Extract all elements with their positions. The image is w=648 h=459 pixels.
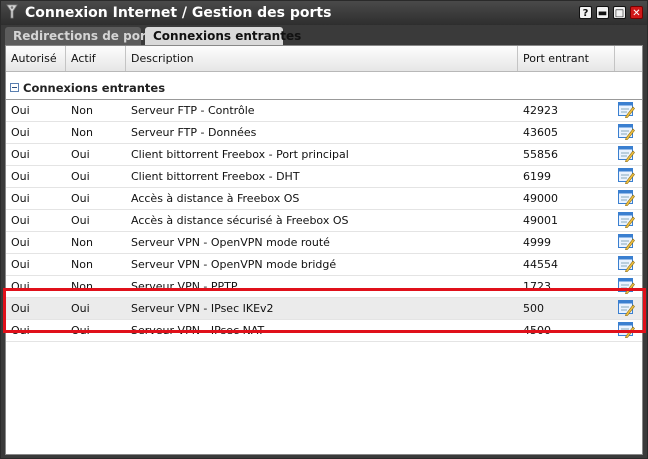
column-header-description[interactable]: Description bbox=[126, 46, 518, 71]
cell-autorise: Oui bbox=[11, 324, 30, 337]
cell-port: 42923 bbox=[523, 104, 558, 117]
column-header-actif[interactable]: Actif bbox=[66, 46, 126, 71]
cell-autorise: Oui bbox=[11, 148, 30, 161]
edit-icon[interactable] bbox=[618, 256, 635, 272]
column-header-port-entrant[interactable]: Port entrant bbox=[518, 46, 615, 71]
cell-actif: Non bbox=[71, 280, 93, 293]
cell-actif: Non bbox=[71, 126, 93, 139]
edit-icon[interactable] bbox=[618, 124, 635, 140]
edit-icon[interactable] bbox=[618, 278, 635, 294]
column-header-actions bbox=[615, 46, 642, 71]
router-icon bbox=[6, 4, 18, 19]
edit-icon[interactable] bbox=[618, 168, 635, 184]
column-header-autorise[interactable]: Autorisé bbox=[6, 46, 66, 71]
cell-description: Serveur VPN - OpenVPN mode routé bbox=[131, 236, 330, 249]
cell-description: Serveur VPN - IPsec NAT bbox=[131, 324, 265, 337]
table-row-selected[interactable]: Oui Oui Serveur VPN - IPsec IKEv2 500 bbox=[6, 298, 642, 320]
cell-actif: Oui bbox=[71, 324, 90, 337]
cell-actif: Oui bbox=[71, 214, 90, 227]
table-row[interactable]: Oui Oui Client bittorrent Freebox - Port… bbox=[6, 144, 642, 166]
grid-header: Autorisé Actif Description Port entrant bbox=[6, 46, 642, 72]
edit-icon[interactable] bbox=[618, 322, 635, 338]
cell-description: Accès à distance à Freebox OS bbox=[131, 192, 300, 205]
cell-actif: Non bbox=[71, 258, 93, 271]
cell-actif: Oui bbox=[71, 192, 90, 205]
cell-port: 55856 bbox=[523, 148, 558, 161]
cell-port: 6199 bbox=[523, 170, 551, 183]
tab-redirections-de-ports[interactable]: Redirections de ports bbox=[5, 27, 159, 45]
tab-connexions-entrantes[interactable]: Connexions entrantes bbox=[145, 27, 301, 45]
cell-description: Accès à distance sécurisé à Freebox OS bbox=[131, 214, 349, 227]
cell-autorise: Oui bbox=[11, 302, 30, 315]
table-row[interactable]: Oui Non Serveur FTP - Données 43605 bbox=[6, 122, 642, 144]
cell-autorise: Oui bbox=[11, 214, 30, 227]
table-row[interactable]: Oui Oui Accès à distance à Freebox OS 49… bbox=[6, 188, 642, 210]
cell-port: 1723 bbox=[523, 280, 551, 293]
help-button[interactable]: ? bbox=[579, 6, 592, 19]
maximize-button[interactable]: □ bbox=[613, 6, 626, 19]
cell-description: Serveur FTP - Contrôle bbox=[131, 104, 255, 117]
collapse-icon[interactable] bbox=[10, 83, 19, 92]
cell-actif: Non bbox=[71, 236, 93, 249]
cell-autorise: Oui bbox=[11, 280, 30, 293]
cell-autorise: Oui bbox=[11, 126, 30, 139]
edit-icon[interactable] bbox=[618, 212, 635, 228]
table-row[interactable]: Oui Non Serveur VPN - PPTP 1723 bbox=[6, 276, 642, 298]
cell-port: 44554 bbox=[523, 258, 558, 271]
cell-description: Client bittorrent Freebox - Port princip… bbox=[131, 148, 349, 161]
edit-icon[interactable] bbox=[618, 102, 635, 118]
rows-container: Oui Non Serveur FTP - Contrôle 42923 Oui… bbox=[6, 100, 642, 342]
group-header[interactable]: Connexions entrantes bbox=[6, 77, 642, 100]
title-bar[interactable]: Connexion Internet / Gestion des ports ?… bbox=[1, 1, 647, 25]
table-row[interactable]: Oui Oui Client bittorrent Freebox - DHT … bbox=[6, 166, 642, 188]
table-row[interactable]: Oui Oui Accès à distance sécurisé à Free… bbox=[6, 210, 642, 232]
cell-autorise: Oui bbox=[11, 192, 30, 205]
cell-description: Serveur VPN - OpenVPN mode bridgé bbox=[131, 258, 337, 271]
cell-autorise: Oui bbox=[11, 258, 30, 271]
cell-actif: Oui bbox=[71, 302, 90, 315]
cell-port: 500 bbox=[523, 302, 544, 315]
edit-icon[interactable] bbox=[618, 190, 635, 206]
cell-description: Serveur VPN - IPsec IKEv2 bbox=[131, 302, 274, 315]
cell-description: Serveur FTP - Données bbox=[131, 126, 257, 139]
cell-actif: Oui bbox=[71, 170, 90, 183]
close-button[interactable]: ✕ bbox=[630, 6, 643, 19]
table-row[interactable]: Oui Non Serveur FTP - Contrôle 42923 bbox=[6, 100, 642, 122]
cell-port: 49000 bbox=[523, 192, 558, 205]
cell-autorise: Oui bbox=[11, 104, 30, 117]
cell-port: 4500 bbox=[523, 324, 551, 337]
table-row[interactable]: Oui Non Serveur VPN - OpenVPN mode bridg… bbox=[6, 254, 642, 276]
cell-port: 4999 bbox=[523, 236, 551, 249]
connections-grid: Autorisé Actif Description Port entrant … bbox=[5, 45, 643, 455]
minimize-button[interactable]: ▬ bbox=[596, 6, 609, 19]
cell-description: Serveur VPN - PPTP bbox=[131, 280, 238, 293]
edit-icon[interactable] bbox=[618, 300, 635, 316]
edit-icon[interactable] bbox=[618, 234, 635, 250]
app-window: Connexion Internet / Gestion des ports ?… bbox=[0, 0, 648, 459]
cell-autorise: Oui bbox=[11, 236, 30, 249]
cell-port: 43605 bbox=[523, 126, 558, 139]
tab-bar: Redirections de ports Connexions entrant… bbox=[1, 25, 647, 45]
cell-actif: Non bbox=[71, 104, 93, 117]
cell-actif: Oui bbox=[71, 148, 90, 161]
group-label: Connexions entrantes bbox=[23, 81, 166, 95]
cell-description: Client bittorrent Freebox - DHT bbox=[131, 170, 300, 183]
cell-autorise: Oui bbox=[11, 170, 30, 183]
edit-icon[interactable] bbox=[618, 146, 635, 162]
window-title: Connexion Internet / Gestion des ports bbox=[25, 5, 332, 21]
table-row[interactable]: Oui Non Serveur VPN - OpenVPN mode routé… bbox=[6, 232, 642, 254]
table-row[interactable]: Oui Oui Serveur VPN - IPsec NAT 4500 bbox=[6, 320, 642, 342]
cell-port: 49001 bbox=[523, 214, 558, 227]
